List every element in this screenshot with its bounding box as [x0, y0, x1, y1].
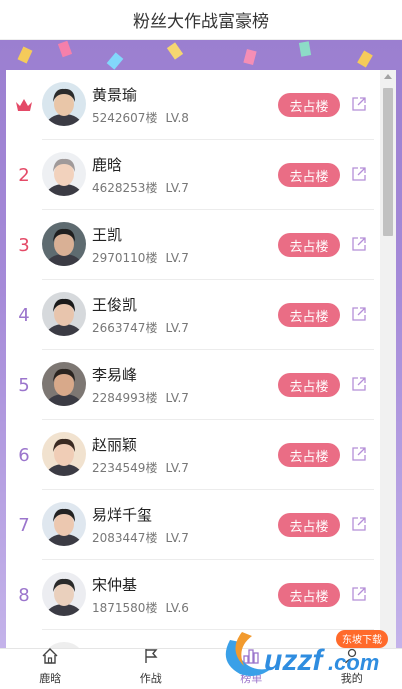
- star-name: 鹿晗: [92, 156, 123, 174]
- flag-icon: [142, 647, 160, 670]
- avatar[interactable]: [42, 432, 86, 476]
- avatar[interactable]: [42, 222, 86, 266]
- uzzf-watermark-logo: uzzf .com 东坡下载: [225, 630, 388, 677]
- confetti-decoration: [166, 42, 184, 60]
- svg-text:.com: .com: [328, 650, 379, 675]
- svg-text:uzzf: uzzf: [264, 644, 325, 677]
- floor-count: 5242607楼: [92, 111, 158, 125]
- share-icon[interactable]: [352, 516, 366, 531]
- rank-number: 3: [18, 234, 30, 256]
- occupy-floor-button[interactable]: 去占楼: [278, 513, 340, 537]
- star-stats: 1871580楼 LV.6: [92, 599, 189, 616]
- ranking-row[interactable]: 黄景瑜 5242607楼 LV.8 去占楼: [6, 70, 380, 140]
- tab-home[interactable]: 鹿晗: [0, 647, 101, 689]
- level-badge: LV.7: [165, 251, 189, 265]
- share-icon[interactable]: [352, 236, 366, 251]
- star-stats: 2284993楼 LV.7: [92, 389, 189, 406]
- ranking-row[interactable]: 4 王俊凯 2663747楼 LV.7 去占楼: [6, 280, 380, 350]
- confetti-decoration: [243, 48, 257, 66]
- home-icon: [41, 647, 59, 670]
- star-stats: 4628253楼 LV.7: [92, 179, 189, 196]
- rank-number: 6: [18, 444, 30, 466]
- avatar[interactable]: [42, 152, 86, 196]
- rank-number: 4: [18, 304, 30, 326]
- level-badge: LV.7: [165, 391, 189, 405]
- rank-number: 2: [18, 164, 30, 186]
- confetti-decoration: [298, 41, 312, 57]
- share-icon[interactable]: [352, 166, 366, 181]
- floor-count: 2234549楼: [92, 461, 158, 475]
- occupy-floor-button[interactable]: 去占楼: [278, 373, 340, 397]
- star-name: 易烊千玺: [92, 506, 153, 524]
- level-badge: LV.8: [165, 111, 189, 125]
- tab-label: 作战: [139, 672, 162, 685]
- avatar[interactable]: [42, 362, 86, 406]
- star-stats: 2663747楼 LV.7: [92, 319, 189, 336]
- occupy-floor-button[interactable]: 去占楼: [278, 583, 340, 607]
- share-icon[interactable]: [352, 586, 366, 601]
- star-name: 赵丽颖: [92, 436, 138, 454]
- star-name: 李易峰: [92, 366, 138, 384]
- level-badge: LV.7: [165, 181, 189, 195]
- scrollbar[interactable]: [380, 70, 396, 650]
- rank-number: 8: [18, 584, 30, 606]
- star-name: 黄景瑜: [92, 86, 138, 104]
- page-title: 粉丝大作战富豪榜: [133, 12, 269, 32]
- occupy-floor-button[interactable]: 去占楼: [278, 233, 340, 257]
- share-icon[interactable]: [352, 446, 366, 461]
- ranking-row[interactable]: 8 宋仲基 1871580楼 LV.6 去占楼: [6, 560, 380, 630]
- star-name: 王凯: [92, 226, 123, 244]
- app-screen: 粉丝大作战富豪榜 黄景瑜 5242607楼 LV.8 去占楼 2 鹿晗 4628253楼 LV…: [0, 0, 402, 689]
- star-stats: 2083447楼 LV.7: [92, 529, 189, 546]
- level-badge: LV.6: [165, 601, 189, 615]
- ranking-list[interactable]: 黄景瑜 5242607楼 LV.8 去占楼 2 鹿晗 4628253楼 LV.7 去占楼 3 王凯 2…: [6, 70, 380, 650]
- star-name: 王俊凯: [92, 296, 138, 314]
- scroll-thumb[interactable]: [383, 88, 393, 236]
- tab-label: 鹿晗: [39, 672, 62, 685]
- confetti-decoration: [57, 40, 73, 58]
- star-stats: 2234549楼 LV.7: [92, 459, 189, 476]
- level-badge: LV.7: [165, 321, 189, 335]
- star-stats: 5242607楼 LV.8: [92, 109, 189, 126]
- tab-flag[interactable]: 作战: [101, 649, 202, 689]
- level-badge: LV.7: [165, 531, 189, 545]
- scroll-up-arrow-icon[interactable]: [384, 74, 392, 79]
- svg-text:东坡下载: 东坡下载: [342, 633, 382, 646]
- share-icon[interactable]: [352, 306, 366, 321]
- floor-count: 2083447楼: [92, 531, 158, 545]
- floor-count: 4628253楼: [92, 181, 158, 195]
- floor-count: 2663747楼: [92, 321, 158, 335]
- occupy-floor-button[interactable]: 去占楼: [278, 443, 340, 467]
- rank-number: 5: [18, 374, 30, 396]
- share-icon[interactable]: [352, 96, 366, 111]
- avatar[interactable]: [42, 572, 86, 616]
- floor-count: 2284993楼: [92, 391, 158, 405]
- share-icon[interactable]: [352, 376, 366, 391]
- star-name: 宋仲基: [92, 576, 138, 594]
- avatar[interactable]: [42, 292, 86, 336]
- ranking-row[interactable]: 5 李易峰 2284993楼 LV.7 去占楼: [6, 350, 380, 420]
- confetti-decoration: [357, 50, 373, 68]
- floor-count: 1871580楼: [92, 601, 158, 615]
- occupy-floor-button[interactable]: 去占楼: [278, 93, 340, 117]
- level-badge: LV.7: [165, 461, 189, 475]
- title-bar: 粉丝大作战富豪榜: [0, 0, 402, 40]
- rank-number: 7: [18, 514, 30, 536]
- floor-count: 2970110楼: [92, 251, 158, 265]
- occupy-floor-button[interactable]: 去占楼: [278, 303, 340, 327]
- ranking-row[interactable]: 6 赵丽颖 2234549楼 LV.7 去占楼: [6, 420, 380, 490]
- occupy-floor-button[interactable]: 去占楼: [278, 163, 340, 187]
- avatar[interactable]: [42, 502, 86, 546]
- ranking-row[interactable]: 3 王凯 2970110楼 LV.7 去占楼: [6, 210, 380, 280]
- crown-icon: [12, 70, 36, 140]
- rank-number: [12, 630, 36, 650]
- ranking-row[interactable]: 2 鹿晗 4628253楼 LV.7 去占楼: [6, 140, 380, 210]
- confetti-decoration: [106, 52, 124, 70]
- avatar[interactable]: [42, 82, 86, 126]
- confetti-decoration: [17, 46, 33, 64]
- star-stats: 2970110楼 LV.7: [92, 249, 189, 266]
- ranking-row[interactable]: 7 易烊千玺 2083447楼 LV.7 去占楼: [6, 490, 380, 560]
